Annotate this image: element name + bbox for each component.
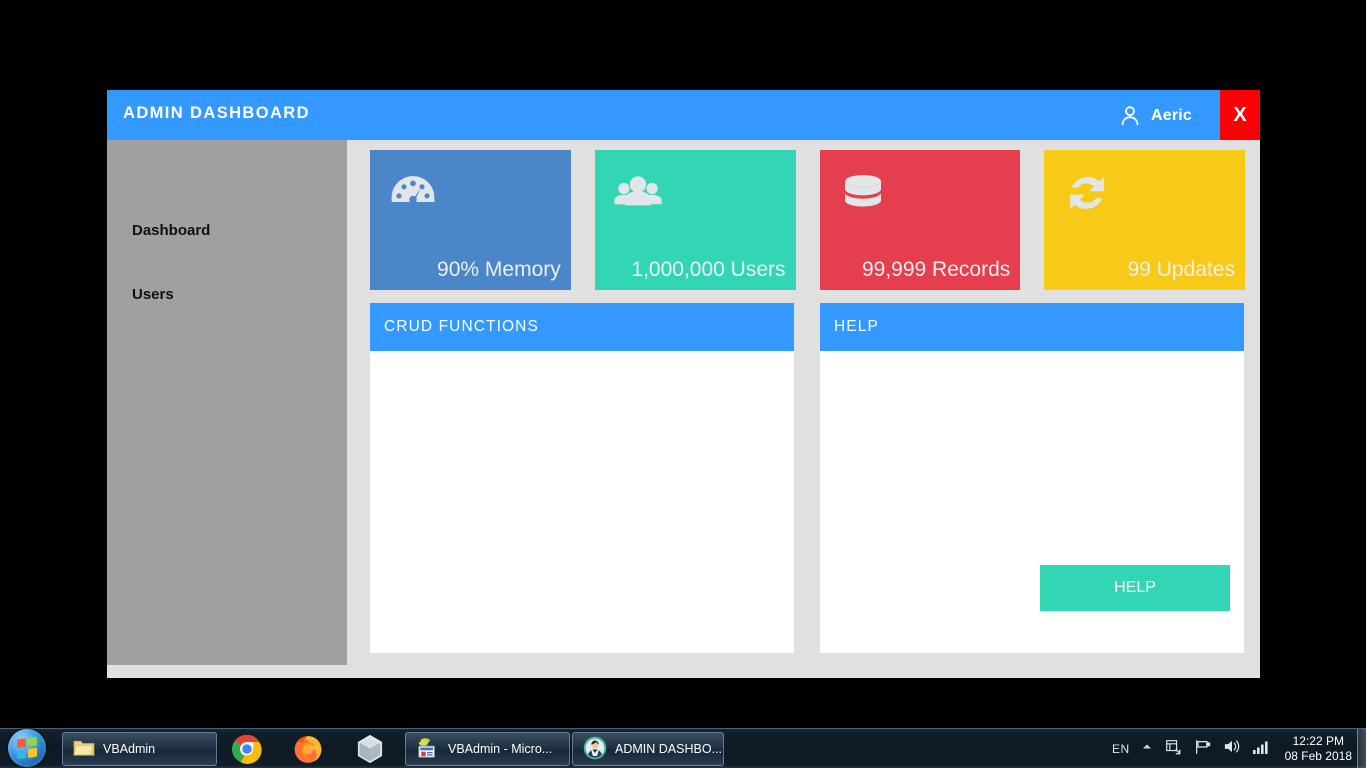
stat-tile-users[interactable]: 1,000,000 Users bbox=[594, 150, 796, 290]
virtualbox-icon bbox=[357, 735, 383, 763]
stat-tile-label: 90% Memory bbox=[437, 258, 561, 281]
clock-time: 12:22 PM bbox=[1292, 734, 1344, 748]
volume-icon[interactable] bbox=[1222, 738, 1241, 760]
crud-functions-body bbox=[370, 351, 794, 653]
stat-tiles: 90% Memory 1,000,000 Users 99,999 Record… bbox=[370, 150, 1245, 290]
page-title: ADMIN DASHBOARD bbox=[123, 104, 310, 122]
panel-header: HELP bbox=[820, 303, 1244, 351]
windows-logo-icon bbox=[8, 729, 46, 767]
taskbar-pin-virtualbox[interactable] bbox=[355, 732, 385, 766]
stat-tile-memory[interactable]: 90% Memory bbox=[370, 150, 571, 290]
panel-title: HELP bbox=[834, 318, 879, 335]
taskbar: VBAdmin VBAdmin - Micro... ADMIN DASHBO.… bbox=[0, 728, 1366, 768]
admin-dashboard-window: ADMIN DASHBOARD Aeric X Dashboard Users bbox=[107, 90, 1260, 678]
taskbar-button-label: VBAdmin - Micro... bbox=[448, 742, 553, 756]
database-icon bbox=[836, 166, 890, 220]
stat-tile-label: 99,999 Records bbox=[861, 258, 1011, 281]
stat-tile-label: 1,000,000 Users bbox=[631, 258, 786, 281]
taskbar-pin-chrome[interactable] bbox=[232, 732, 262, 766]
system-tray: EN 12:22 PM 08 Feb 2018 bbox=[1112, 729, 1366, 768]
help-panel: HELP HELP bbox=[820, 303, 1244, 653]
taskbar-pin-firefox[interactable] bbox=[293, 732, 323, 766]
chevron-up-icon[interactable] bbox=[1141, 740, 1153, 758]
sidebar: Dashboard Users bbox=[107, 140, 347, 665]
taskbar-button-label: VBAdmin bbox=[103, 742, 156, 756]
sidebar-item-dashboard[interactable]: Dashboard bbox=[132, 222, 210, 239]
taskbar-button-vbadmin-folder[interactable]: VBAdmin bbox=[62, 732, 217, 766]
window-titlebar: ADMIN DASHBOARD Aeric X bbox=[107, 90, 1260, 140]
stat-tile-records[interactable]: 99,999 Records bbox=[819, 150, 1021, 290]
start-button[interactable] bbox=[3, 727, 51, 768]
crud-functions-panel: CRUD FUNCTIONS bbox=[370, 303, 794, 653]
taskbar-button-label: ADMIN DASHBO... bbox=[615, 742, 722, 756]
user-account-area[interactable]: Aeric bbox=[1118, 102, 1192, 130]
close-button[interactable]: X bbox=[1220, 90, 1260, 140]
firefox-icon bbox=[294, 736, 322, 763]
desktop: ADMIN DASHBOARD Aeric X Dashboard Users bbox=[0, 0, 1366, 768]
content-area: 90% Memory 1,000,000 Users 99,999 Record… bbox=[347, 140, 1260, 678]
clock-date: 08 Feb 2018 bbox=[1284, 749, 1352, 763]
users-group-icon bbox=[611, 166, 665, 220]
panel-title: CRUD FUNCTIONS bbox=[384, 318, 539, 335]
help-button[interactable]: HELP bbox=[1040, 565, 1230, 611]
chrome-icon bbox=[232, 734, 262, 764]
help-panel-body: HELP bbox=[820, 351, 1244, 653]
user-icon bbox=[1118, 104, 1142, 128]
refresh-icon bbox=[1060, 166, 1114, 220]
panel-header: CRUD FUNCTIONS bbox=[370, 303, 794, 351]
gauge-icon bbox=[386, 166, 440, 220]
clock[interactable]: 12:22 PM 08 Feb 2018 bbox=[1281, 734, 1356, 764]
network-icon[interactable] bbox=[1252, 739, 1270, 760]
panels: CRUD FUNCTIONS HELP HELP bbox=[370, 303, 1245, 653]
taskbar-button-admin-dashboard[interactable]: ADMIN DASHBO... bbox=[572, 732, 724, 766]
flag-icon[interactable] bbox=[1193, 739, 1211, 760]
user-name-label: Aeric bbox=[1150, 107, 1192, 124]
action-center-icon[interactable] bbox=[1164, 738, 1182, 761]
access-icon bbox=[416, 737, 440, 762]
avatar-icon bbox=[583, 736, 607, 763]
language-indicator[interactable]: EN bbox=[1112, 742, 1130, 756]
sidebar-item-users[interactable]: Users bbox=[132, 286, 174, 303]
folder-icon bbox=[73, 738, 95, 761]
taskbar-button-vbadmin-access[interactable]: VBAdmin - Micro... bbox=[405, 732, 570, 766]
show-desktop-button[interactable] bbox=[1357, 729, 1366, 768]
stat-tile-label: 99 Updates bbox=[1127, 258, 1235, 281]
stat-tile-updates[interactable]: 99 Updates bbox=[1044, 150, 1245, 290]
